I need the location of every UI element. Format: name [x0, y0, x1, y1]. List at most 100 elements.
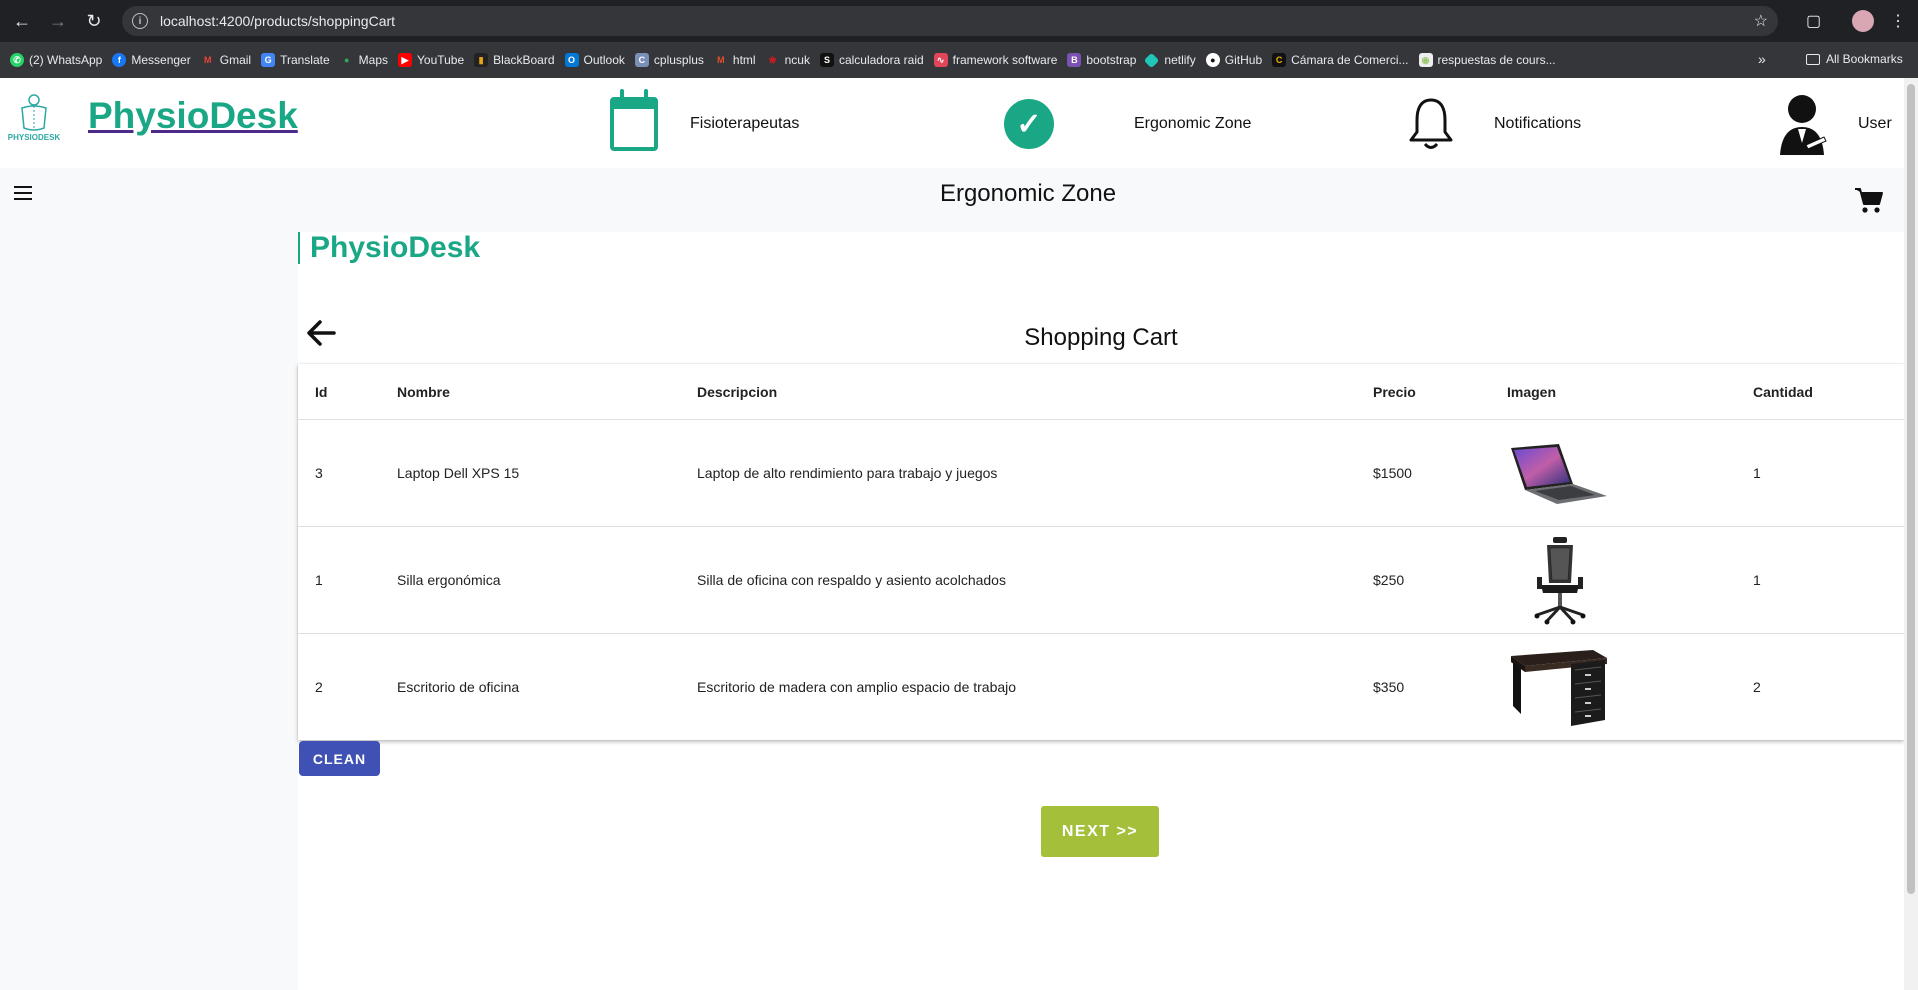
reload-icon[interactable]: ↻ — [80, 7, 108, 35]
cart-table: Id Nombre Descripcion Precio Imagen Cant… — [298, 364, 1904, 740]
menu-icon[interactable] — [14, 186, 32, 200]
column-header-imagen: Imagen — [1507, 384, 1557, 400]
camara-icon: C — [1272, 53, 1287, 67]
bookmark-item[interactable]: Bbootstrap — [1067, 53, 1136, 67]
bookmarks-bar: ✆ (2) WhatsApp f Messenger M Gmail G Transla… — [0, 42, 1918, 78]
page-scrollbar[interactable] — [1904, 78, 1918, 990]
bookmark-item[interactable]: f Messenger — [112, 53, 191, 67]
cell-cantidad: 2 — [1753, 679, 1761, 695]
bookmark-label: (2) WhatsApp — [29, 53, 103, 67]
bookmark-item[interactable]: netlify — [1144, 52, 1196, 68]
calculadora-icon: S — [819, 53, 834, 67]
page-title: Shopping Cart — [1024, 324, 1178, 351]
cell-cantidad: 1 — [1753, 465, 1761, 481]
bookmark-star-icon[interactable]: ☆ — [1754, 11, 1768, 31]
bookmark-item[interactable]: ▮ BlackBoard — [474, 53, 555, 67]
bookmark-label: cplusplus — [653, 53, 704, 67]
coursera-icon: ◉ — [1418, 53, 1433, 67]
nav-fisioterapeutas[interactable]: Fisioterapeutas — [610, 89, 800, 154]
bookmark-item[interactable]: Ccplusplus — [634, 53, 704, 67]
bookmark-label: calculadora raid — [838, 53, 924, 67]
url-text[interactable]: localhost:4200/products/shoppingCart — [160, 13, 395, 29]
bookmark-item[interactable]: ● GitHub — [1205, 53, 1263, 67]
bookmark-item[interactable]: ▶ YouTube — [398, 53, 464, 67]
scrollbar-thumb[interactable] — [1907, 84, 1915, 894]
bookmark-item[interactable]: G Translate — [261, 53, 330, 67]
extensions-icon[interactable]: ▢ — [1806, 11, 1826, 31]
table-row[interactable]: 3 Laptop Dell XPS 15 Laptop de alto rend… — [298, 420, 1904, 527]
sidebar — [0, 168, 298, 990]
site-info-icon[interactable]: i — [132, 13, 148, 29]
browser-menu-icon[interactable]: ⋮ — [1890, 11, 1906, 31]
brand-title[interactable]: PhysioDesk — [88, 95, 298, 137]
ncuk-icon: ❀ — [765, 53, 780, 67]
netlify-icon — [1144, 52, 1160, 68]
nav-notifications[interactable]: Notifications — [1406, 94, 1581, 154]
user-avatar-icon — [1780, 95, 1827, 155]
laptop-image — [1511, 444, 1607, 504]
cell-id: 1 — [315, 572, 323, 588]
content-brand: PhysioDesk — [298, 232, 480, 264]
nav-user[interactable]: User — [1776, 94, 1892, 155]
calendar-icon — [610, 89, 658, 151]
cell-id: 3 — [315, 465, 323, 481]
table-row[interactable]: 1 Silla ergonómica Silla de oficina con … — [298, 527, 1904, 634]
cell-descripcion: Silla de oficina con respaldo y asiento … — [697, 572, 1006, 588]
bookmark-label: Translate — [280, 53, 330, 67]
bookmark-item[interactable]: ✆ (2) WhatsApp — [10, 53, 102, 67]
physiodesk-logo[interactable]: PHYSIODESK — [8, 90, 60, 146]
next-button[interactable]: NEXT >> — [1041, 806, 1159, 857]
bookmark-item[interactable]: Scalculadora raid — [819, 53, 924, 67]
address-bar[interactable]: i localhost:4200/products/shoppingCart ☆ — [122, 6, 1778, 36]
bookmark-label: Cámara de Comerci... — [1291, 53, 1409, 67]
check-circle-icon: ✓ — [1004, 99, 1054, 149]
framework-icon: ∿ — [933, 53, 948, 67]
all-bookmarks[interactable]: All Bookmarks — [1806, 52, 1903, 66]
bookmark-item[interactable]: C Cámara de Comerci... — [1272, 53, 1409, 67]
bookmark-item[interactable]: M Gmail — [200, 53, 252, 67]
bookmark-item[interactable]: ● Maps — [339, 53, 388, 67]
html-icon: M — [713, 53, 728, 67]
all-bookmarks-label: All Bookmarks — [1826, 52, 1903, 66]
bookmark-item[interactable]: ❀ ncuk — [765, 53, 810, 67]
table-header: Id Nombre Descripcion Precio Imagen Cant… — [298, 364, 1904, 420]
bootstrap-icon: B — [1067, 53, 1082, 67]
cell-nombre: Laptop Dell XPS 15 — [397, 465, 520, 481]
table-row[interactable]: 2 Escritorio de oficina Escritorio de ma… — [298, 634, 1904, 741]
bookmark-label: respuestas de cours... — [1437, 53, 1556, 67]
forward-icon[interactable]: → — [44, 7, 72, 35]
cell-id: 2 — [315, 679, 323, 695]
bookmark-label: GitHub — [1224, 53, 1263, 67]
nav-label: Ergonomic Zone — [1134, 115, 1252, 132]
nav-label: Notifications — [1494, 115, 1582, 132]
maps-icon: ● — [339, 53, 354, 67]
more-bookmarks-icon[interactable]: » — [1758, 51, 1766, 67]
bookmark-item[interactable]: O Outlook — [564, 53, 625, 67]
bookmark-item[interactable]: Mhtml — [713, 53, 756, 67]
clean-button[interactable]: CLEAN — [299, 741, 380, 776]
youtube-icon: ▶ — [398, 53, 412, 67]
bell-icon — [1409, 98, 1453, 149]
github-icon: ● — [1205, 53, 1220, 67]
bookmark-item[interactable]: ◉ respuestas de cours... — [1418, 53, 1556, 67]
bookmark-item[interactable]: ∿ framework software — [933, 53, 1057, 67]
bookmark-label: YouTube — [417, 53, 465, 67]
bookmark-label: bootstrap — [1086, 53, 1137, 67]
cell-descripcion: Escritorio de madera con amplio espacio … — [697, 679, 1017, 695]
cplusplus-icon: C — [634, 53, 649, 67]
column-header-id: Id — [315, 384, 328, 400]
shopping-cart-icon[interactable] — [1854, 186, 1884, 214]
bookmark-label: netlify — [1164, 53, 1196, 67]
profile-avatar[interactable] — [1852, 10, 1874, 32]
back-icon[interactable]: ← — [8, 7, 36, 35]
bookmark-label: Gmail — [219, 53, 252, 67]
bookmark-label: html — [732, 53, 756, 67]
nav-label: Fisioterapeutas — [690, 115, 800, 132]
bookmark-label: ncuk — [784, 53, 810, 67]
cell-precio: $1500 — [1373, 465, 1412, 481]
folder-icon — [1806, 53, 1820, 65]
cell-descripcion: Laptop de alto rendimiento para trabajo … — [697, 465, 998, 481]
column-header-cantidad: Cantidad — [1753, 384, 1813, 400]
outlook-icon: O — [564, 53, 579, 67]
nav-ergonomic-zone[interactable]: ✓ Ergonomic Zone — [1004, 94, 1251, 154]
